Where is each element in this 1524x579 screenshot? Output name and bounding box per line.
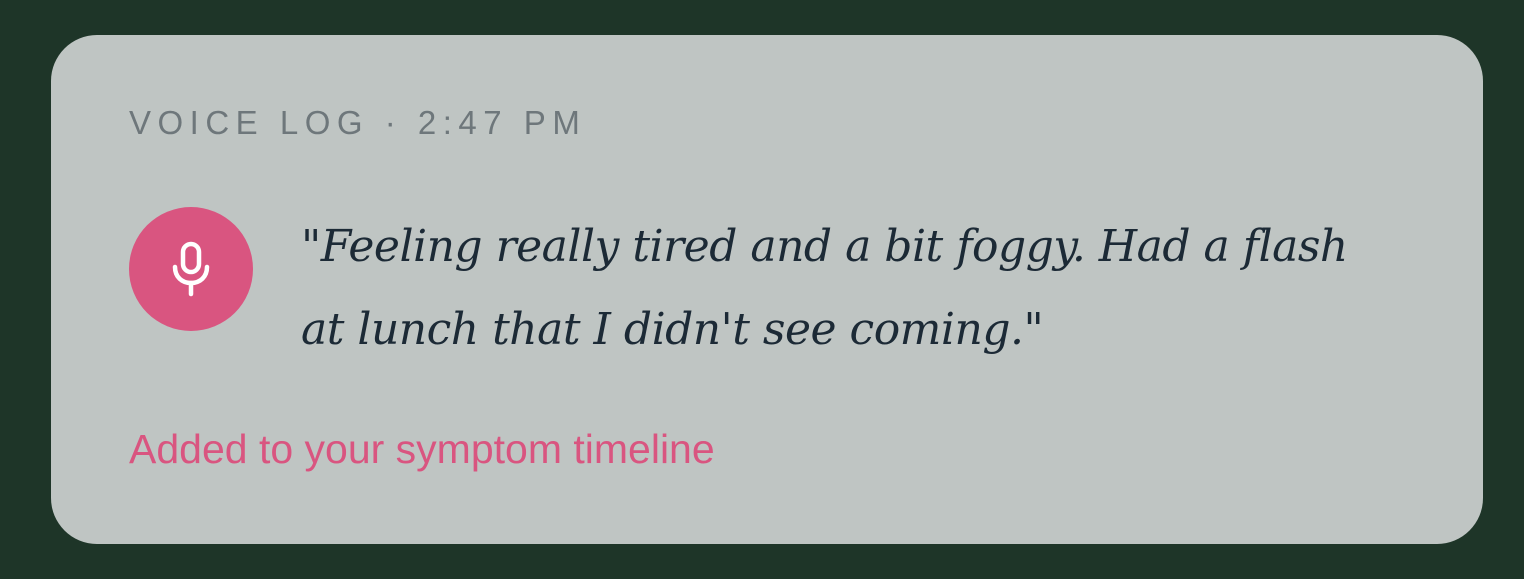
voice-log-time: 2:47 PM <box>417 104 587 141</box>
timeline-status[interactable]: Added to your symptom timeline <box>129 425 715 473</box>
microphone-button[interactable] <box>129 207 253 331</box>
microphone-icon <box>172 241 210 297</box>
header-separator: · <box>384 104 403 141</box>
voice-transcript: "Feeling really tired and a bit foggy. H… <box>301 221 1348 355</box>
voice-log-card: VOICE LOG · 2:47 PM "Feeling really tire… <box>51 35 1483 544</box>
voice-log-label: VOICE LOG <box>129 104 370 141</box>
voice-log-header: VOICE LOG · 2:47 PM <box>129 103 586 143</box>
